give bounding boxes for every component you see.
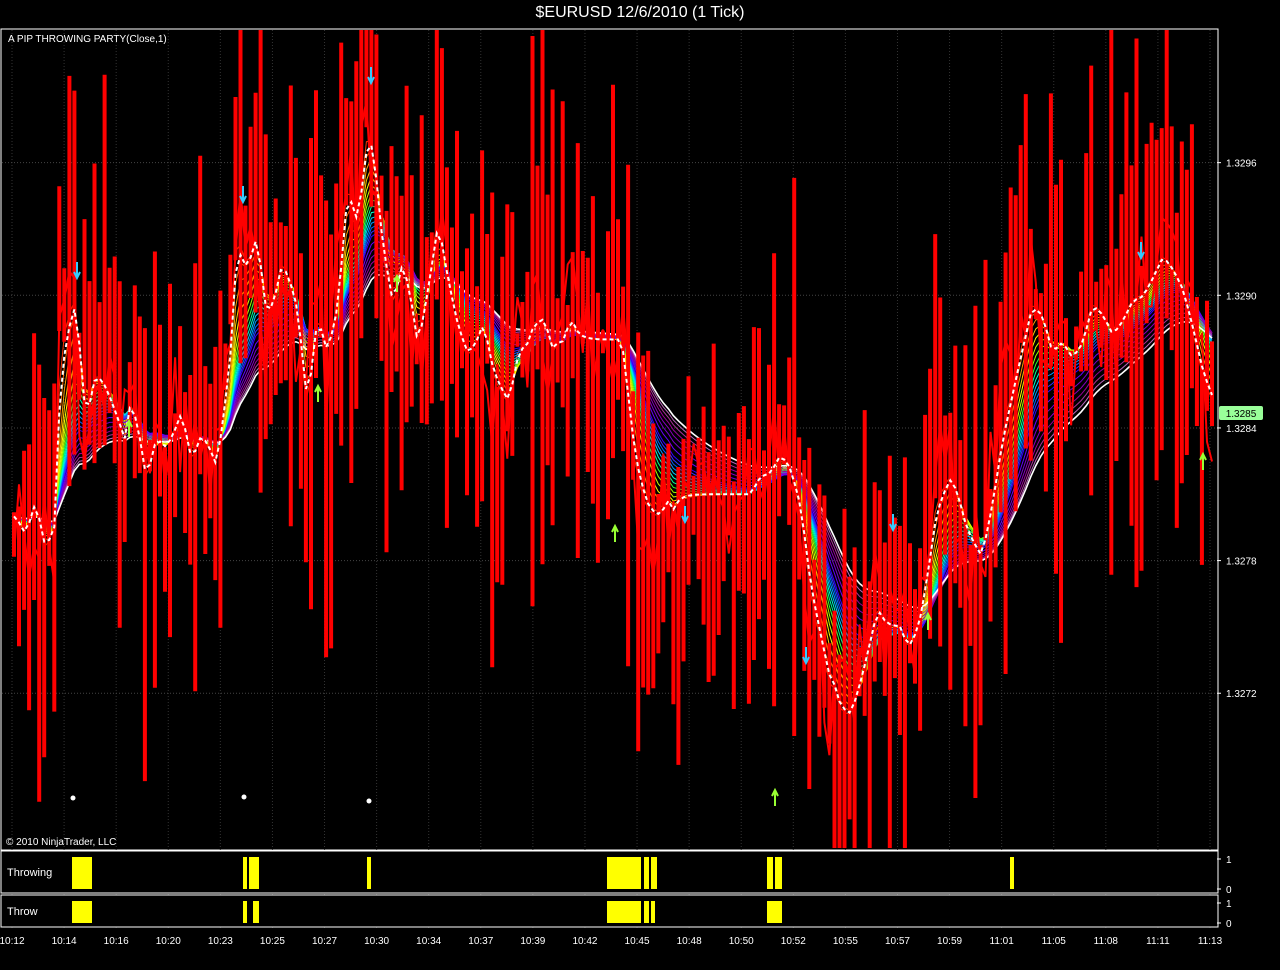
- up-arrow-icon: [611, 523, 619, 542]
- panel-label: Throwing: [7, 867, 52, 879]
- x-tick-label: 10:23: [208, 936, 233, 947]
- x-tick-label: 10:48: [677, 936, 702, 947]
- x-tick-label: 10:30: [364, 936, 389, 947]
- x-tick-label: 10:34: [416, 936, 441, 947]
- copyright-text: © 2010 NinjaTrader, LLC: [6, 837, 116, 848]
- x-tick-label: 10:25: [260, 936, 285, 947]
- last-price-marker: 1.3285: [1219, 406, 1263, 420]
- signal-bar: [644, 901, 649, 923]
- panel-tick-label: 1: [1226, 855, 1232, 866]
- x-tick-label: 11:05: [1042, 936, 1067, 947]
- signal-dot: [366, 798, 372, 804]
- signal-bar: [607, 857, 641, 889]
- x-axis: 10:12 10:14 10:16 10:20 10:23 10:25 10:27 10:30…: [0, 936, 1223, 947]
- x-tick-label: 10:14: [52, 936, 77, 947]
- signal-bar: [651, 901, 655, 923]
- x-tick-label: 10:27: [312, 936, 337, 947]
- signal-dot: [70, 795, 76, 801]
- signal-bar: [367, 857, 371, 889]
- x-tick-label: 10:45: [625, 936, 650, 947]
- x-tick-label: 10:20: [156, 936, 181, 947]
- x-tick-label: 10:39: [520, 936, 545, 947]
- x-tick-label: 10:12: [0, 936, 25, 947]
- signal-bar: [72, 901, 92, 923]
- signal-bar: [253, 901, 259, 923]
- y-tick-label: 1.3284: [1226, 424, 1257, 435]
- y-tick-label: 1.3290: [1226, 291, 1257, 302]
- y-axis: 1.3296 1.3290 1.3284 1.3278 1.3272: [1217, 159, 1257, 700]
- signal-bar: [72, 857, 92, 889]
- x-tick-label: 11:08: [1094, 936, 1119, 947]
- indicator-label: A PIP THROWING PARTY(Close,1): [8, 34, 167, 45]
- signal-bar: [249, 857, 259, 889]
- x-tick-label: 10:16: [104, 936, 129, 947]
- x-tick-label: 11:11: [1146, 936, 1170, 947]
- x-tick-label: 10:37: [468, 936, 493, 947]
- signal-bar: [767, 857, 773, 889]
- y-tick-label: 1.3278: [1226, 557, 1257, 568]
- panel-tick-label: 0: [1226, 885, 1232, 896]
- indicator-panels: Throwing 1 0 Throw 1 0: [0, 850, 1232, 930]
- signal-bar: [767, 901, 782, 923]
- up-arrow-icon: [314, 383, 322, 402]
- price-chart[interactable]: 1.32961.32901.32841.32781.3272 10:12 10:1…: [0, 0, 1280, 970]
- x-tick-label: 11:01: [990, 936, 1015, 947]
- panel-tick-label: 0: [1226, 919, 1232, 930]
- signal-bar: [1010, 857, 1014, 889]
- signal-bar: [607, 901, 641, 923]
- y-tick-label: 1.3296: [1226, 159, 1257, 170]
- x-tick-label: 10:55: [833, 936, 858, 947]
- x-tick-label: 10:52: [781, 936, 806, 947]
- x-tick-label: 10:57: [885, 936, 910, 947]
- last-price-label: 1.3285: [1226, 409, 1257, 420]
- x-tick-label: 10:59: [937, 936, 962, 947]
- y-tick-label: 1.3272: [1226, 689, 1257, 700]
- x-tick-label: 11:13: [1198, 936, 1223, 947]
- x-tick-label: 10:50: [729, 936, 754, 947]
- x-tick-label: 10:42: [572, 936, 597, 947]
- signal-bar: [243, 901, 247, 923]
- signal-bar: [243, 857, 247, 889]
- signal-dot: [241, 794, 247, 800]
- signal-bar: [644, 857, 649, 889]
- panel-tick-label: 1: [1226, 899, 1232, 910]
- signal-dots: [70, 794, 372, 804]
- signal-bar: [651, 857, 657, 889]
- up-arrow-icon: [771, 787, 779, 806]
- signal-bar: [775, 857, 782, 889]
- panel-label: Throw: [7, 906, 38, 918]
